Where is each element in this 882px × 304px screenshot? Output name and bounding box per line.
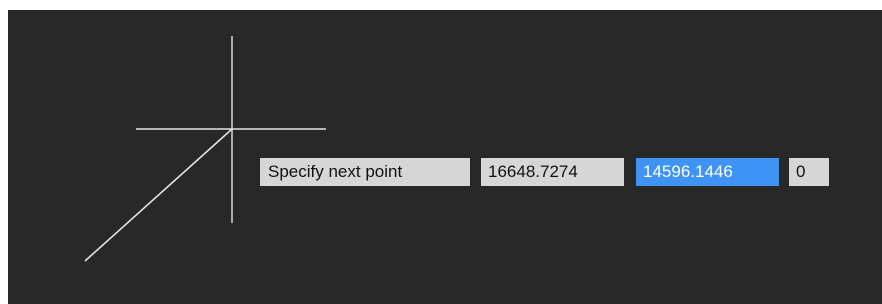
drawing-canvas[interactable] (8, 10, 882, 304)
x-coordinate-input[interactable] (481, 158, 624, 186)
y-coordinate-input[interactable] (636, 158, 779, 186)
drawing-viewport[interactable]: Specify next point (8, 10, 882, 304)
command-prompt-label: Specify next point (260, 158, 470, 186)
crosshair-cursor-icon (136, 36, 326, 223)
rubber-band-line (84, 128, 233, 262)
z-coordinate-input[interactable] (789, 158, 829, 186)
